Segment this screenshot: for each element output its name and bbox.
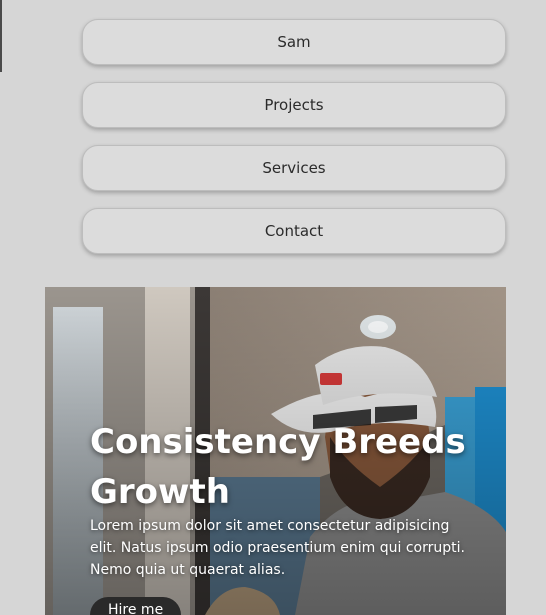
- nav-button-label: Contact: [264, 222, 324, 240]
- hero-section: Consistency Breeds Growth Lorem ipsum do…: [45, 287, 506, 615]
- nav-button-label: Projects: [264, 96, 324, 114]
- hero-description: Lorem ipsum dolor sit amet consectetur a…: [90, 518, 465, 578]
- nav-button-sam[interactable]: Sam: [82, 19, 506, 65]
- window-edge: [0, 0, 2, 72]
- nav-button-services[interactable]: Services: [82, 145, 506, 191]
- hero-title: Consistency Breeds Growth: [90, 422, 466, 512]
- hire-me-button[interactable]: Hire me: [90, 597, 182, 615]
- main-navigation: Sam Projects Services Contact: [82, 19, 506, 271]
- nav-button-label: Sam: [277, 33, 311, 51]
- nav-button-projects[interactable]: Projects: [82, 82, 506, 128]
- nav-button-label: Services: [262, 159, 326, 177]
- nav-button-contact[interactable]: Contact: [82, 208, 506, 254]
